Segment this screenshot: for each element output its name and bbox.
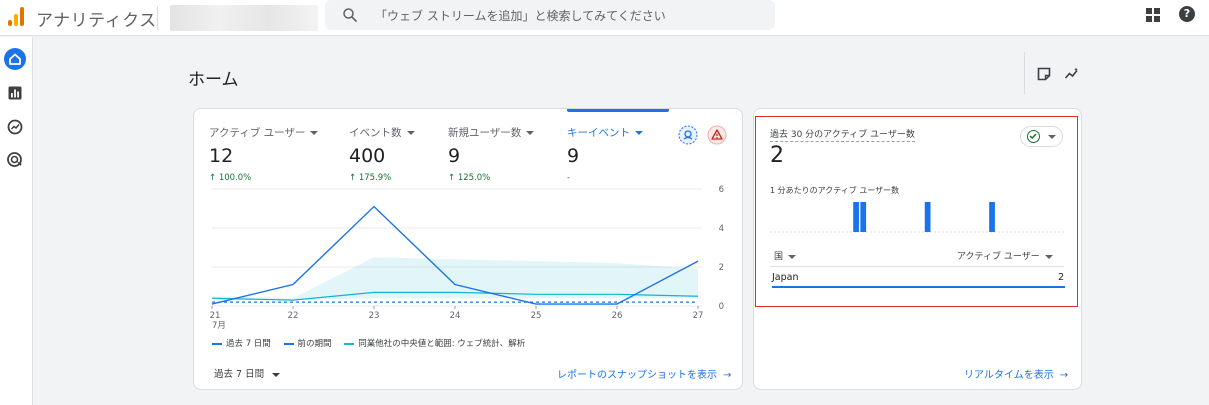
legend-item-current: 過去 7 日間 (212, 339, 271, 349)
link-label: リアルタイムを表示 (964, 370, 1054, 381)
search-placeholder: 「ウェブ ストリームを追加」と検索してみてください (375, 9, 666, 23)
table-row-count: 2 (1058, 272, 1065, 283)
legend-label: 前の期間 (297, 339, 332, 349)
metric-value: 400 (349, 145, 386, 167)
x-tick-label: 23 (369, 311, 380, 321)
metric-label: 新規ユーザー数 (448, 127, 522, 139)
per-minute-bar-chart (770, 202, 1064, 233)
legend-item-previous: 前の期間 (283, 339, 332, 349)
metric-label: イベント数 (349, 127, 402, 139)
x-tick-label: 21 (210, 311, 221, 321)
realtime-card: 過去 30 分のアクティブ ユーザー数 2 1 分あたりのアクティブ ユーザー数… (753, 108, 1082, 390)
x-tick-label: 22 (288, 311, 299, 321)
realtime-value: 2 (770, 143, 784, 168)
legend-swatch (344, 342, 355, 345)
metric-value: 9 (448, 145, 461, 167)
metric-label: キーイベント (567, 127, 630, 139)
sidebar-item-reports[interactable] (4, 82, 26, 104)
x-tick-label: 27 (693, 311, 704, 321)
account-selector[interactable] (170, 5, 318, 31)
metric-value: 12 (209, 145, 234, 167)
selected-tab-indicator (567, 109, 669, 112)
y-tick-label: 0 (719, 302, 724, 312)
insights-icon[interactable] (1064, 66, 1080, 82)
y-tick-label: 2 (719, 263, 724, 273)
table-row-country: Japan (772, 272, 799, 283)
chart-legend: 過去 7 日間 前の期間 同業他社の中央値と範囲: ウェブ統計、解析 (212, 337, 535, 349)
view-snapshot-link[interactable]: レポートのスナップショットを表示 → (557, 366, 731, 381)
home-icon (9, 53, 21, 65)
chevron-down-icon (406, 131, 415, 135)
benchmark-range-area (212, 257, 698, 301)
metric-event-count[interactable]: イベント数 400 ↑ 175.9% (349, 125, 415, 183)
metric-new-users[interactable]: 新規ユーザー数 9 ↑ 125.0% (448, 125, 535, 183)
period-select[interactable]: 過去 7 日間 (214, 366, 281, 380)
arrow-right-icon: → (723, 370, 732, 381)
x-tick-label: 24 (450, 311, 461, 321)
minute-bar (860, 202, 867, 232)
minute-bar (853, 202, 859, 232)
metric-key-events[interactable]: キーイベント 9 - (567, 125, 643, 183)
side-navigation (0, 37, 33, 405)
minute-bar (924, 202, 931, 232)
metric-value: 9 (567, 145, 580, 167)
chevron-down-icon (788, 254, 797, 259)
search-icon (343, 8, 357, 22)
overview-card: アクティブ ユーザー 12 ↑ 100.0% イベント数 400 ↑ 175.9… (193, 108, 743, 390)
data-quality-button[interactable] (1020, 126, 1063, 147)
anomaly-insight-icon[interactable] (678, 125, 698, 145)
chevron-down-icon (1044, 254, 1053, 259)
metric-label: アクティブ ユーザー (209, 127, 306, 139)
link-label: レポートのスナップショットを表示 (557, 370, 717, 381)
y-tick-label: 4 (719, 224, 724, 234)
apps-grid-icon[interactable] (1146, 8, 1160, 22)
target-icon (7, 152, 22, 167)
sidebar-item-home[interactable] (4, 48, 26, 70)
legend-item-benchmark: 同業他社の中央値と範囲: ウェブ統計、解析 (344, 339, 525, 349)
bar-chart-icon (8, 86, 22, 100)
sidebar-item-advertising[interactable] (4, 149, 26, 171)
chevron-down-icon (1048, 135, 1056, 139)
x-month-label: 7月 (212, 321, 226, 331)
view-realtime-link[interactable]: リアルタイムを表示 → (964, 366, 1068, 381)
help-icon[interactable]: ? (1179, 6, 1195, 22)
divider (1024, 52, 1025, 94)
legend-label: 同業他社の中央値と範囲: ウェブ統計、解析 (358, 339, 526, 349)
y-tick-label: 6 (719, 185, 724, 195)
chevron-down-icon (272, 372, 281, 377)
x-tick-label: 25 (531, 311, 542, 321)
period-select-label: 過去 7 日間 (214, 369, 265, 380)
chevron-down-icon (526, 131, 535, 135)
note-icon[interactable] (1036, 66, 1052, 82)
page-title: ホーム (188, 70, 239, 90)
column-country[interactable]: 国 (774, 249, 797, 262)
row-value-bar (772, 286, 1065, 288)
metric-active-users[interactable]: アクティブ ユーザー 12 ↑ 100.0% (209, 125, 319, 183)
app-title[interactable]: アナリティクス (36, 6, 157, 31)
warning-icon[interactable] (707, 125, 727, 145)
divider (157, 6, 158, 30)
line-chart: 024621 22 23 24 25 26 277月 (210, 185, 724, 331)
realtime-label[interactable]: 過去 30 分のアクティブ ユーザー数 (770, 127, 915, 142)
analytics-logo-icon[interactable] (8, 6, 26, 26)
chevron-down-icon (310, 131, 319, 135)
divider (770, 266, 1064, 267)
column-label: アクティブ ユーザー (957, 252, 1040, 262)
legend-label: 過去 7 日間 (226, 339, 271, 349)
explore-icon (7, 119, 23, 135)
legend-swatch (283, 342, 294, 345)
column-label: 国 (774, 252, 784, 262)
minute-bar (989, 202, 995, 232)
arrow-right-icon: → (1059, 370, 1069, 381)
sidebar-item-explore[interactable] (4, 116, 26, 138)
x-tick-label: 26 (612, 311, 623, 321)
chevron-down-icon (635, 131, 643, 135)
check-circle-icon (1027, 130, 1040, 143)
search-bar[interactable]: 「ウェブ ストリームを追加」と検索してみてください (325, 0, 775, 30)
top-app-bar: アナリティクス 「ウェブ ストリームを追加」と検索してみてください ? (0, 0, 1209, 36)
legend-swatch (212, 342, 222, 345)
column-active-users[interactable]: アクティブ ユーザー (957, 249, 1053, 262)
per-minute-label: 1 分あたりのアクティブ ユーザー数 (770, 186, 900, 195)
